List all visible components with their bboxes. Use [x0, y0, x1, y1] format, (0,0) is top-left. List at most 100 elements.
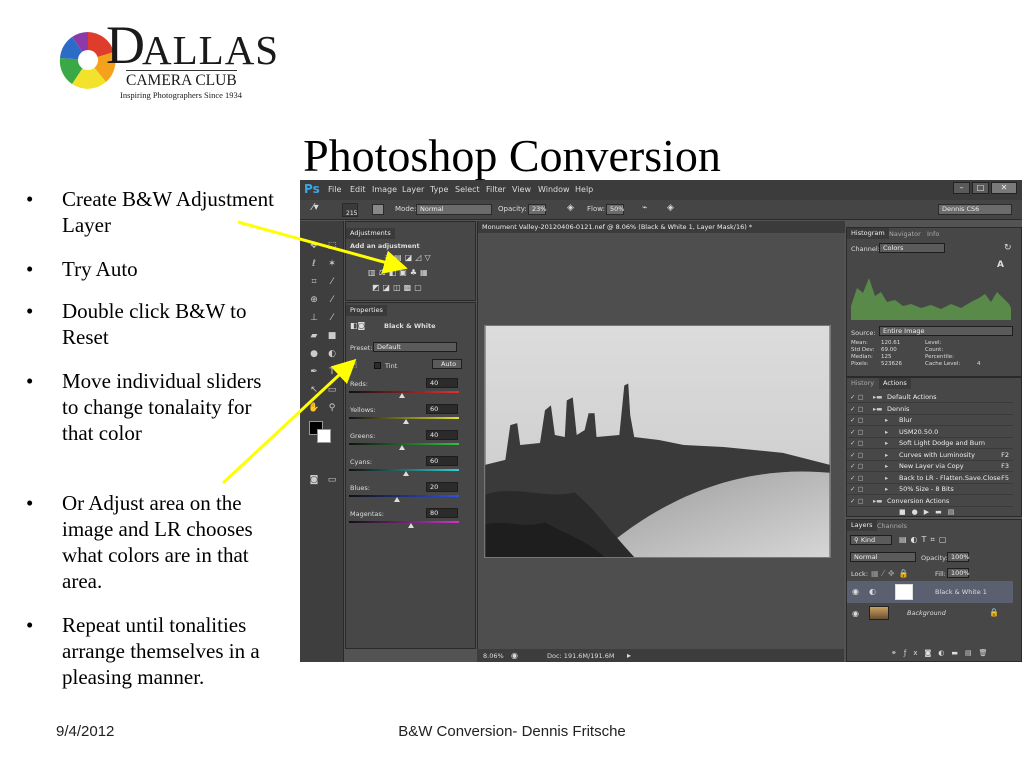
- auto-button[interactable]: Auto: [432, 359, 462, 369]
- action-row[interactable]: ✓ ▢ ▸ Soft Light Dodge and Burn: [847, 438, 1013, 449]
- monument-valley-photo[interactable]: [484, 325, 831, 558]
- menu-select[interactable]: Select: [455, 185, 480, 194]
- tab-adjustments[interactable]: Adjustments: [346, 228, 395, 239]
- quick-mask-icon[interactable]: ◙: [306, 473, 322, 487]
- refresh-icon[interactable]: ↻: [1004, 243, 1012, 253]
- action-toggle-icon[interactable]: ✓ ▢: [850, 393, 864, 401]
- screen-mode-icon[interactable]: ▭: [324, 473, 340, 487]
- tab-channels[interactable]: Channels: [877, 522, 907, 530]
- marquee-tool-icon[interactable]: ⬚: [324, 239, 340, 253]
- action-row[interactable]: ✓ ▢ ▸ USM20.50.0: [847, 427, 1013, 438]
- source-select[interactable]: Entire Image: [879, 326, 1013, 336]
- action-expand-arrow-icon[interactable]: ▸: [885, 462, 888, 470]
- tab-layers[interactable]: Layers: [847, 520, 877, 531]
- hand-tool-icon[interactable]: ✋: [306, 401, 322, 415]
- slider-thumb[interactable]: [407, 523, 414, 528]
- status-menu-arrow-icon[interactable]: ▸: [627, 651, 631, 660]
- slider-thumb[interactable]: [398, 445, 405, 450]
- layer-opacity-input[interactable]: 100%: [947, 552, 970, 562]
- slider-value-input[interactable]: 40: [426, 430, 458, 440]
- action-controls-icons[interactable]: ■●▶▬▤: [899, 508, 960, 516]
- menu-help[interactable]: Help: [575, 185, 593, 194]
- gradient-tool-icon[interactable]: ■: [324, 329, 340, 343]
- action-row[interactable]: ✓ ▢ ▸▬ Default Actions: [847, 392, 1013, 403]
- menu-filter[interactable]: Filter: [486, 185, 506, 194]
- tab-properties[interactable]: Properties: [346, 305, 387, 316]
- mode-select[interactable]: Normal: [416, 204, 492, 215]
- slider-value-input[interactable]: 80: [426, 508, 458, 518]
- slider-thumb[interactable]: [403, 471, 410, 476]
- slider-thumb[interactable]: [394, 497, 401, 502]
- menu-type[interactable]: Type: [430, 185, 448, 194]
- slider-value-input[interactable]: 60: [426, 404, 458, 414]
- layer-controls-icons[interactable]: ⚭ƒx◙◐▬▤🗑: [891, 649, 995, 657]
- zoom-tool-icon[interactable]: ⚲: [324, 401, 340, 415]
- tab-navigator[interactable]: Navigator: [889, 230, 921, 238]
- adjustment-icons-row-1[interactable]: ☀▤◪◿▽: [384, 253, 434, 262]
- brush-size[interactable]: 215: [342, 203, 358, 217]
- type-tool-icon[interactable]: T: [324, 365, 340, 379]
- maximize-button[interactable]: □: [972, 182, 989, 194]
- slider-value-input[interactable]: 40: [426, 378, 458, 388]
- tab-actions[interactable]: Actions: [879, 378, 911, 389]
- action-row[interactable]: ✓ ▢ ▸▬ Conversion Actions: [847, 496, 1013, 507]
- history-brush-icon[interactable]: ⁄: [324, 311, 340, 325]
- action-row[interactable]: ✓ ▢ ▸ Curves with Luminosity F2: [847, 450, 1013, 461]
- layer-name[interactable]: Black & White 1: [935, 588, 987, 596]
- action-expand-arrow-icon[interactable]: ▸: [885, 428, 888, 436]
- preset-select[interactable]: Default: [373, 342, 457, 352]
- brush-tool-icon[interactable]: ⁄▾: [312, 202, 319, 213]
- visibility-eye-icon[interactable]: ◉: [852, 609, 859, 618]
- action-set-folder-icon[interactable]: ▸▬: [873, 405, 882, 413]
- blend-mode-select[interactable]: Normal: [850, 552, 916, 562]
- tab-histogram[interactable]: Histogram: [847, 228, 889, 239]
- menu-image[interactable]: Image: [372, 185, 397, 194]
- healing-brush-icon[interactable]: ⊕: [306, 293, 322, 307]
- dodge-tool-icon[interactable]: ◐: [324, 347, 340, 361]
- action-row[interactable]: ✓ ▢ ▸ Blur: [847, 415, 1013, 426]
- minimize-button[interactable]: –: [953, 182, 970, 194]
- visibility-eye-icon[interactable]: ◉: [852, 587, 859, 596]
- layer-row[interactable]: ◉ ◐ Black & White 1: [847, 581, 1013, 603]
- tab-history[interactable]: History: [851, 379, 874, 387]
- slider-value-input[interactable]: 60: [426, 456, 458, 466]
- layer-filter-icons[interactable]: ▤◐T⌗▢: [899, 535, 951, 545]
- action-expand-arrow-icon[interactable]: ▸: [885, 485, 888, 493]
- fill-input[interactable]: 100%: [947, 568, 970, 578]
- path-select-icon[interactable]: ↖: [306, 383, 322, 397]
- menu-file[interactable]: File: [328, 185, 341, 194]
- layer-row[interactable]: ◉ Background 🔒: [847, 604, 1013, 624]
- menu-window[interactable]: Window: [538, 185, 570, 194]
- lasso-tool-icon[interactable]: ℓ: [306, 257, 322, 271]
- layer-name[interactable]: Background: [907, 609, 946, 617]
- action-toggle-icon[interactable]: ✓ ▢: [850, 485, 864, 493]
- flow-input[interactable]: 50%: [606, 204, 624, 215]
- slider-track[interactable]: [349, 495, 459, 497]
- slider-track[interactable]: [349, 521, 459, 523]
- pen-tool-icon[interactable]: ✒: [306, 365, 322, 379]
- tint-checkbox[interactable]: [374, 362, 381, 369]
- adjustment-icons-row-3[interactable]: ◩◪◫▩▢: [372, 283, 425, 292]
- airbrush-icon[interactable]: ⌁: [642, 203, 647, 213]
- crop-tool-icon[interactable]: ⌗: [306, 275, 322, 289]
- layer-mask-thumbnail[interactable]: [895, 584, 913, 600]
- background-color-swatch[interactable]: [317, 429, 331, 443]
- opacity-input[interactable]: 23%: [528, 204, 546, 215]
- action-row[interactable]: ✓ ▢ ▸ 50% Size - 8 Bits: [847, 484, 1013, 495]
- action-toggle-icon[interactable]: ✓ ▢: [850, 428, 864, 436]
- eyedropper-icon[interactable]: ⁄: [324, 275, 340, 289]
- blur-tool-icon[interactable]: ●: [306, 347, 322, 361]
- menu-edit[interactable]: Edit: [350, 185, 366, 194]
- action-toggle-icon[interactable]: ✓ ▢: [850, 497, 864, 505]
- brush-panel-icon[interactable]: [372, 204, 384, 215]
- pressure-opacity-icon[interactable]: ◈: [567, 203, 574, 213]
- magic-wand-icon[interactable]: ✶: [324, 257, 340, 271]
- layer-filter-kind[interactable]: ⚲ Kind: [850, 535, 892, 545]
- brush-tool-icon[interactable]: ⁄: [324, 293, 340, 307]
- clone-stamp-icon[interactable]: ⊥: [306, 311, 322, 325]
- action-row[interactable]: ✓ ▢ ▸ New Layer via Copy F3: [847, 461, 1013, 472]
- tab-info[interactable]: Info: [927, 230, 939, 238]
- slider-thumb[interactable]: [403, 419, 410, 424]
- action-toggle-icon[interactable]: ✓ ▢: [850, 439, 864, 447]
- slider-thumb[interactable]: [398, 393, 405, 398]
